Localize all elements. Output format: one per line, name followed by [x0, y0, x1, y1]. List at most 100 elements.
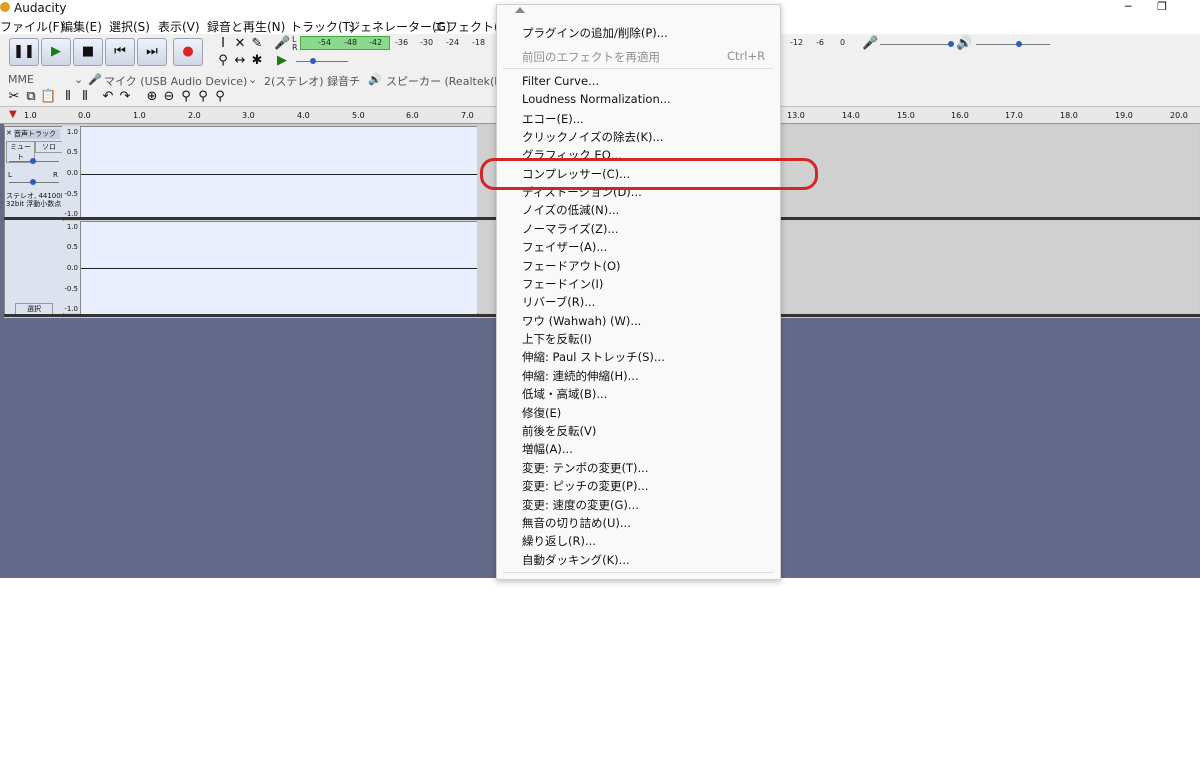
pause-button[interactable]: ❚❚	[9, 38, 39, 66]
zoom-out-icon[interactable]: ⊖	[161, 89, 177, 105]
ruler-tick: 5.0	[352, 111, 365, 120]
recording-channels-select[interactable]: 2(ステレオ) 録音チ	[264, 73, 360, 89]
menu-item-effect[interactable]: クリックノイズの除去(K)...	[522, 129, 663, 145]
pan-thumb[interactable]	[30, 179, 36, 185]
redo-icon[interactable]: ↷	[117, 89, 133, 105]
scroll-up-icon[interactable]	[515, 7, 525, 13]
undo-icon[interactable]: ↶	[100, 89, 116, 105]
multi-tool-icon[interactable]: ✱	[249, 53, 265, 69]
menu-item-effect[interactable]: 無音の切り詰め(U)...	[522, 515, 631, 531]
track-info-bitdepth: 32bit 浮動小数点	[6, 200, 62, 208]
meter-tick: -54	[318, 38, 332, 47]
menu-item-effect[interactable]: 自動ダッキング(K)...	[522, 552, 630, 568]
menu-tracks[interactable]: トラック(T)	[290, 18, 355, 35]
menu-item-effect[interactable]: 伸縮: Paul ストレッチ(S)...	[522, 349, 665, 365]
draw-tool-icon[interactable]: ✎	[249, 36, 265, 52]
menu-view[interactable]: 表示(V)	[158, 18, 200, 35]
fit-selection-icon[interactable]: ⚲	[178, 89, 194, 105]
record-volume-slider[interactable]	[880, 44, 954, 45]
menu-item-effect[interactable]: フェイザー(A)...	[522, 239, 607, 255]
time-shift-tool-icon[interactable]: ↔	[232, 53, 248, 69]
record-button[interactable]: ●	[173, 38, 203, 66]
menu-item-effect[interactable]: 変更: 速度の変更(G)...	[522, 497, 639, 513]
play-speed-slider[interactable]	[296, 61, 348, 62]
play-speed-thumb[interactable]	[310, 58, 316, 64]
minimize-icon[interactable]: ─	[1110, 0, 1146, 16]
silence-icon[interactable]: ⦀	[77, 89, 93, 105]
menu-item-effect[interactable]: 修復(E)	[522, 405, 561, 421]
meter-tick: -6	[816, 38, 824, 47]
meter-tick: -30	[420, 38, 434, 47]
waveform-right-channel[interactable]	[80, 221, 478, 315]
speaker-icon: 🔊	[368, 73, 382, 86]
track-control-panel[interactable]: ✕ 音声トラック ミュート ソロ L R ステレオ, 44100Hz 32bit…	[4, 126, 70, 315]
solo-button[interactable]: ソロ	[35, 141, 63, 153]
selection-tool-icon[interactable]: I	[215, 36, 231, 52]
play-button[interactable]: ▶	[41, 38, 71, 66]
recording-device-select[interactable]: マイク (USB Audio Device)	[104, 73, 247, 89]
zoom-tool-icon[interactable]: ⚲	[215, 53, 231, 69]
fit-project-icon[interactable]: ⚲	[195, 89, 211, 105]
play-head-icon[interactable]: ▼	[9, 109, 17, 120]
menu-item-effect[interactable]: 増幅(A)...	[522, 441, 573, 457]
menu-item-effect[interactable]: リバーブ(R)...	[522, 294, 595, 310]
ruler-tick: 15.0	[897, 111, 915, 120]
paste-icon[interactable]: 📋	[40, 89, 56, 105]
playback-volume-thumb[interactable]	[1016, 41, 1022, 47]
audio-host-select[interactable]: MME	[8, 73, 34, 86]
chevron-down-icon[interactable]: ⌄	[74, 73, 83, 86]
axis-label: -0.5	[64, 190, 78, 198]
menu-item-effect[interactable]: Filter Curve...	[522, 74, 599, 90]
zoom-in-icon[interactable]: ⊕	[144, 89, 160, 105]
cut-icon[interactable]: ✂	[6, 89, 22, 105]
waveform-left-channel[interactable]	[80, 126, 478, 220]
axis-label: 1.0	[66, 223, 78, 231]
zoom-toggle-icon[interactable]: ⚲	[212, 89, 228, 105]
menu-select[interactable]: 選択(S)	[109, 18, 150, 35]
waveform-line	[81, 174, 477, 175]
stop-button[interactable]: ■	[73, 38, 103, 66]
ruler-tick: 2.0	[188, 111, 201, 120]
menu-item-add-remove-plugins[interactable]: プラグインの追加/削除(P)...	[522, 25, 668, 41]
microphone-icon[interactable]: 🎤	[274, 36, 290, 52]
skip-end-button[interactable]: ⏭	[137, 38, 167, 66]
playback-volume-slider[interactable]	[976, 44, 1050, 45]
menu-item-effect[interactable]: ノーマライズ(Z)...	[522, 221, 618, 237]
menu-item-effect[interactable]: ワウ (Wahwah) (W)...	[522, 313, 641, 329]
menu-item-effect[interactable]: ノイズの低減(N)...	[522, 202, 619, 218]
copy-icon[interactable]: ⧉	[23, 89, 39, 105]
ruler-tick: 17.0	[1005, 111, 1023, 120]
record-volume-thumb[interactable]	[948, 41, 954, 47]
speaker-volume-icon: 🔊	[956, 36, 973, 51]
menu-item-effect[interactable]: フェードアウト(O)	[522, 258, 621, 274]
menu-item-effect[interactable]: Loudness Normalization...	[522, 92, 671, 108]
waveform-line	[81, 268, 477, 269]
menu-item-effect[interactable]: 前後を反転(V)	[522, 423, 596, 439]
menu-item-effect[interactable]: 変更: ピッチの変更(P)...	[522, 478, 648, 494]
gain-thumb[interactable]	[30, 158, 36, 164]
menu-edit[interactable]: 編集(E)	[61, 18, 102, 35]
chevron-down-icon[interactable]: ⌄	[248, 73, 257, 86]
menu-item-effect[interactable]: 伸縮: 連続的伸縮(H)...	[522, 368, 639, 384]
play-at-speed-icon[interactable]: ▶	[274, 53, 290, 69]
menu-item-repeat-last-effect[interactable]: 前回のエフェクトを再適用	[522, 49, 660, 65]
close-icon[interactable]: ✕	[6, 129, 12, 137]
ruler-tick: 14.0	[842, 111, 860, 120]
trim-icon[interactable]: ⦀	[60, 89, 76, 105]
menu-item-effect[interactable]: 上下を反転(I)	[522, 331, 592, 347]
menu-file[interactable]: ファイル(F)	[0, 18, 64, 35]
highlight-circle-annotation	[480, 158, 818, 190]
meter-tick: -36	[395, 38, 409, 47]
skip-start-button[interactable]: ⏮	[105, 38, 135, 66]
track-name-button[interactable]: 音声トラック	[14, 129, 60, 139]
menu-separator	[503, 572, 773, 573]
menu-item-effect[interactable]: 低域・高域(B)...	[522, 386, 607, 402]
maximize-icon[interactable]: ❐	[1144, 0, 1180, 16]
menu-transport[interactable]: 録音と再生(N)	[207, 18, 285, 35]
axis-label: -0.5	[64, 285, 78, 293]
envelope-tool-icon[interactable]: ✕	[232, 36, 248, 52]
menu-item-effect[interactable]: フェードイン(I)	[522, 276, 603, 292]
menu-item-effect[interactable]: エコー(E)...	[522, 111, 584, 127]
menu-item-effect[interactable]: 変更: テンポの変更(T)...	[522, 460, 649, 476]
menu-item-effect[interactable]: 繰り返し(R)...	[522, 533, 596, 549]
